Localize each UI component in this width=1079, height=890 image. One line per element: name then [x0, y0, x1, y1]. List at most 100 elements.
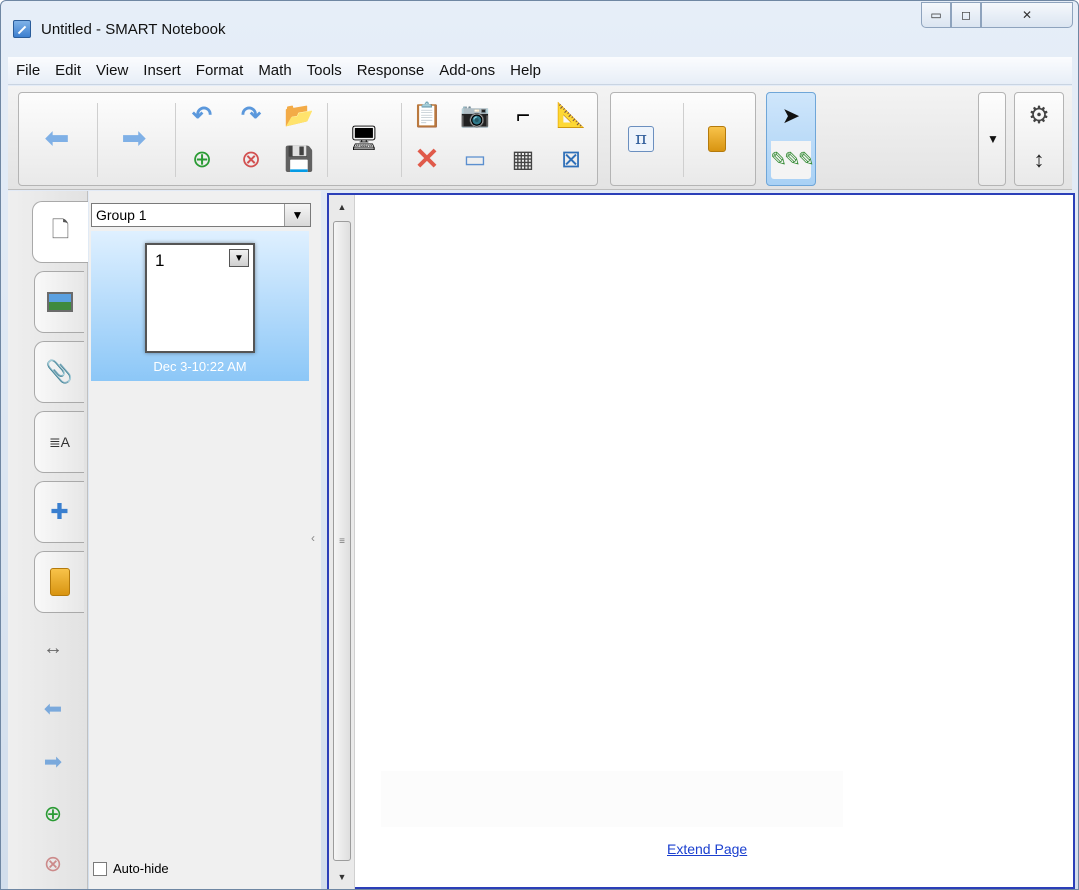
response-button[interactable]	[697, 99, 737, 179]
screen-shade-icon: ▭	[463, 146, 487, 173]
page-canvas[interactable]: Extend Page	[357, 195, 1073, 887]
select-tool-button[interactable]: ➤	[771, 97, 811, 135]
chevron-down-icon[interactable]: ▼	[284, 204, 310, 226]
more-tools-button[interactable]: ▼	[973, 99, 1013, 179]
add-page-side-button[interactable]: ⊕	[36, 801, 70, 827]
screen-capture-button[interactable]: 📷	[455, 97, 495, 135]
screen-share-button[interactable]: 🖥	[344, 99, 384, 179]
dropdown-icon: ▼	[987, 132, 999, 146]
smart-notebook-icon	[13, 20, 31, 38]
menu-file[interactable]: File	[10, 62, 46, 79]
redo-button[interactable]: ↷	[231, 97, 271, 135]
add-page-button[interactable]: ⊕	[182, 141, 222, 179]
tab-properties[interactable]: ≣A	[34, 411, 84, 473]
tab-add-ons[interactable]: ✚	[34, 481, 84, 543]
minimize-button[interactable]: ▭	[921, 2, 951, 28]
add-page-icon: ⊕	[191, 146, 213, 173]
page-timestamp: Dec 3-10:22 AM	[153, 359, 247, 374]
page-thumbnail[interactable]: 1 ▼	[145, 243, 255, 353]
move-toolbar-icon: ↕	[1033, 147, 1045, 172]
pens-icon: ✎✎✎	[770, 149, 814, 171]
vertical-scrollbar[interactable]: ▲ ≡ ▼	[329, 195, 355, 889]
group-select-value: Group 1	[96, 207, 147, 223]
page-sorter-panel: Group 1 ▼ 1 ▼ Dec 3-10:22 AM ‹ Auto-hide	[89, 191, 321, 889]
menu-tools[interactable]: Tools	[301, 62, 348, 79]
swap-side-button[interactable]: ↔	[36, 637, 70, 660]
paste-button[interactable]: 📋	[407, 97, 447, 135]
insert-table-button[interactable]: ▦	[503, 141, 543, 179]
menu-view[interactable]: View	[90, 62, 134, 79]
customize-toolbar-button[interactable]: ⚙	[1019, 97, 1059, 135]
page-thumbnail-selected[interactable]: 1 ▼ Dec 3-10:22 AM	[91, 231, 309, 381]
arrow-left-icon: ⬅	[44, 122, 70, 155]
toolbar: ⬅ ➡ ↶ ↷ 📂 ⊕ ⊗ 💾 🖥 📋 📷 ⌐ 📐 ✕ ▭ ▦ ⊠ π ➤ ✎✎…	[8, 86, 1072, 190]
page-number: 1	[155, 251, 165, 270]
tab-gallery[interactable]	[34, 271, 84, 333]
screen-share-icon: 🖥	[348, 125, 380, 152]
next-page-side-button[interactable]: ➡	[36, 749, 70, 775]
delete-button[interactable]: ✕	[407, 141, 447, 179]
menu-insert[interactable]: Insert	[137, 62, 187, 79]
select-tool-group: ➤ ✎✎✎	[766, 92, 816, 186]
measurement-tools-button[interactable]: 📐	[551, 97, 591, 135]
grip-icon: ≡	[339, 535, 345, 547]
arrow-right-icon: ➡	[121, 122, 147, 155]
previous-page-button[interactable]: ⬅	[37, 99, 77, 179]
table-icon: ▦	[511, 146, 535, 173]
menu-format[interactable]: Format	[190, 62, 250, 79]
open-file-button[interactable]: 📂	[279, 97, 319, 135]
scroll-down-button[interactable]: ▼	[329, 867, 355, 887]
delete-page-button[interactable]: ⊗	[231, 141, 271, 179]
page-menu-button[interactable]: ▼	[229, 249, 249, 267]
scroll-up-button[interactable]: ▲	[329, 197, 355, 217]
auto-hide-checkbox[interactable]	[93, 861, 107, 876]
menu-response[interactable]: Response	[351, 62, 431, 79]
menu-bar: File Edit View Insert Format Math Tools …	[8, 57, 1072, 85]
menu-edit[interactable]: Edit	[49, 62, 87, 79]
move-toolbar-button[interactable]: ↕	[1019, 141, 1059, 179]
puzzle-icon: ✚	[50, 499, 69, 524]
response-icon	[708, 126, 726, 152]
gear-icon: ⚙	[1028, 102, 1050, 129]
tab-page-sorter[interactable]: 🗋	[32, 201, 88, 263]
full-screen-icon: ⊠	[560, 146, 582, 173]
next-page-button[interactable]: ➡	[114, 99, 154, 179]
title-bar[interactable]: Untitled - SMART Notebook ▭ ◻ ✕	[1, 1, 1078, 63]
undo-button[interactable]: ↶	[182, 97, 222, 135]
maximize-button[interactable]: ◻	[951, 2, 981, 28]
menu-add-ons[interactable]: Add-ons	[433, 62, 501, 79]
undo-icon: ↶	[191, 102, 213, 129]
math-icon: π	[628, 126, 654, 152]
document-camera-button[interactable]: ⌐	[503, 97, 543, 135]
scroll-thumb[interactable]: ≡	[333, 221, 351, 861]
gallery-icon	[46, 292, 73, 312]
previous-page-side-button[interactable]: ⬅	[36, 696, 70, 722]
full-screen-button[interactable]: ⊠	[551, 141, 591, 179]
extend-page-area	[381, 771, 843, 827]
math-tools-button[interactable]: π	[621, 99, 661, 179]
delete-page-icon: ⊗	[240, 146, 262, 173]
pens-tool-button[interactable]: ✎✎✎	[770, 141, 815, 179]
tab-response[interactable]	[34, 551, 84, 613]
paste-icon: 📋	[412, 102, 442, 129]
extend-page-link[interactable]: Extend Page	[667, 841, 747, 857]
app-window: Untitled - SMART Notebook ▭ ◻ ✕ File Edi…	[0, 0, 1079, 890]
tab-attachments[interactable]: 📎	[34, 341, 84, 403]
page-icon: 🗋	[51, 217, 70, 242]
resize-grip[interactable]: ‹	[311, 531, 315, 545]
screen-shade-button[interactable]: ▭	[455, 141, 495, 179]
auto-hide-option[interactable]: Auto-hide	[93, 861, 169, 876]
more-tools-group: ▼	[978, 92, 1006, 186]
workspace: Extend Page	[327, 193, 1075, 889]
delete-page-side-button[interactable]: ⊗	[36, 851, 70, 877]
select-icon: ➤	[781, 103, 801, 128]
close-button[interactable]: ✕	[981, 2, 1073, 28]
properties-icon: ≣A	[48, 433, 71, 450]
menu-math[interactable]: Math	[252, 62, 297, 79]
screen-capture-icon: 📷	[460, 102, 490, 129]
menu-help[interactable]: Help	[504, 62, 547, 79]
side-tab-strip: 🗋 📎 ≣A ✚ ↔ ⬅ ➡ ⊕ ⊗	[8, 191, 88, 889]
group-select[interactable]: Group 1 ▼	[91, 203, 311, 227]
save-button[interactable]: 💾	[279, 141, 319, 179]
open-folder-icon: 📂	[284, 102, 314, 129]
